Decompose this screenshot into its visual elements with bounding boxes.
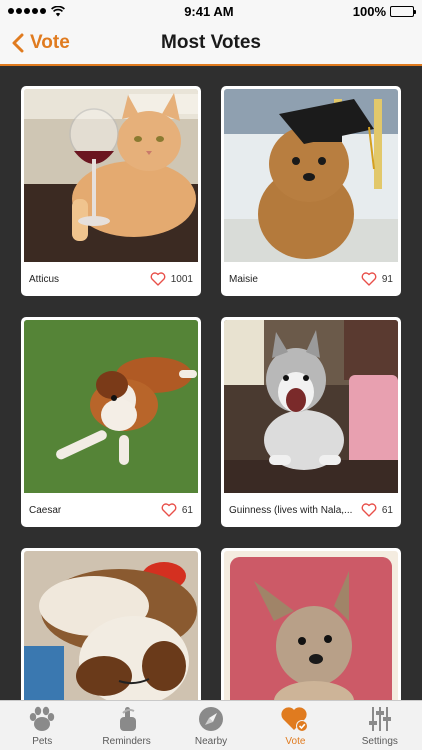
battery-icon: [390, 5, 416, 17]
status-time: 9:41 AM: [184, 3, 234, 19]
vote-count: 61: [381, 504, 393, 516]
back-label: Vote: [30, 32, 70, 53]
signal-strength-icon: [8, 8, 46, 14]
pet-card[interactable]: Caesar 61: [21, 317, 201, 527]
heart-icon: [361, 272, 377, 286]
vote-button[interactable]: 1001: [150, 272, 193, 286]
wifi-icon: [51, 5, 65, 16]
pet-grid[interactable]: Atticus 1001 Maisie 91 Caesar 61 Guinnes…: [0, 68, 422, 700]
tab-label: Nearby: [194, 736, 228, 747]
sliders-icon: [368, 707, 391, 731]
card-footer: Caesar 61: [21, 493, 201, 527]
finger-string-icon: [119, 707, 136, 731]
sleeping-puppy-photo[interactable]: [24, 551, 198, 700]
heart-icon: [150, 272, 166, 286]
cat-photo[interactable]: [24, 89, 198, 262]
paw-icon: [30, 706, 55, 731]
vote-button[interactable]: 61: [361, 503, 393, 517]
vote-button[interactable]: 91: [361, 272, 393, 286]
chevron-left-icon: [12, 33, 24, 53]
status-bar: 9:41 AM 100%: [0, 0, 422, 22]
battery-group: 100%: [352, 3, 416, 19]
tab-bar: Pets Reminders Nearby Vote Settings: [0, 700, 422, 750]
back-button[interactable]: Vote: [12, 22, 70, 64]
tab-nearby[interactable]: Nearby: [169, 701, 253, 750]
pet-card[interactable]: Atticus 1001: [21, 86, 201, 296]
pet-card[interactable]: Guinness (lives with Nala,... 61: [221, 317, 401, 527]
pet-name: Maisie: [229, 273, 258, 285]
vote-count: 91: [381, 273, 393, 285]
signal-group: [8, 5, 65, 17]
pet-name: Atticus: [29, 273, 60, 285]
tab-label: Pets: [32, 736, 53, 747]
battery-percent: 100%: [352, 3, 386, 19]
tab-settings[interactable]: Settings: [338, 701, 422, 750]
navigation-bar: Vote Most Votes: [0, 22, 422, 66]
husky-photo[interactable]: [224, 320, 398, 493]
compass-icon: [199, 707, 224, 731]
pet-name: Caesar: [29, 504, 62, 516]
heart-check-icon: [281, 707, 309, 732]
vote-count: 1001: [170, 273, 193, 285]
heart-icon: [161, 503, 177, 517]
vote-button[interactable]: 61: [161, 503, 193, 517]
pet-name: Guinness (lives with Nala,...: [229, 504, 353, 516]
pet-card[interactable]: [221, 548, 401, 700]
heart-icon: [361, 503, 377, 517]
tab-vote[interactable]: Vote: [253, 701, 337, 750]
pet-card[interactable]: Maisie 91: [221, 86, 401, 296]
tab-label: Reminders: [102, 736, 151, 747]
puppy-photo[interactable]: [24, 320, 198, 493]
pet-card[interactable]: [21, 548, 201, 700]
tab-label: Vote: [285, 736, 306, 747]
vote-count: 61: [181, 504, 193, 516]
card-footer: Atticus 1001: [21, 262, 201, 296]
terrier-photo[interactable]: [224, 551, 398, 700]
tab-pets[interactable]: Pets: [0, 701, 84, 750]
page-title: Most Votes: [161, 32, 261, 53]
card-footer: Guinness (lives with Nala,... 61: [221, 493, 401, 527]
tab-reminders[interactable]: Reminders: [84, 701, 168, 750]
card-footer: Maisie 91: [221, 262, 401, 296]
tab-label: Settings: [361, 736, 398, 747]
dog-photo[interactable]: [224, 89, 398, 262]
